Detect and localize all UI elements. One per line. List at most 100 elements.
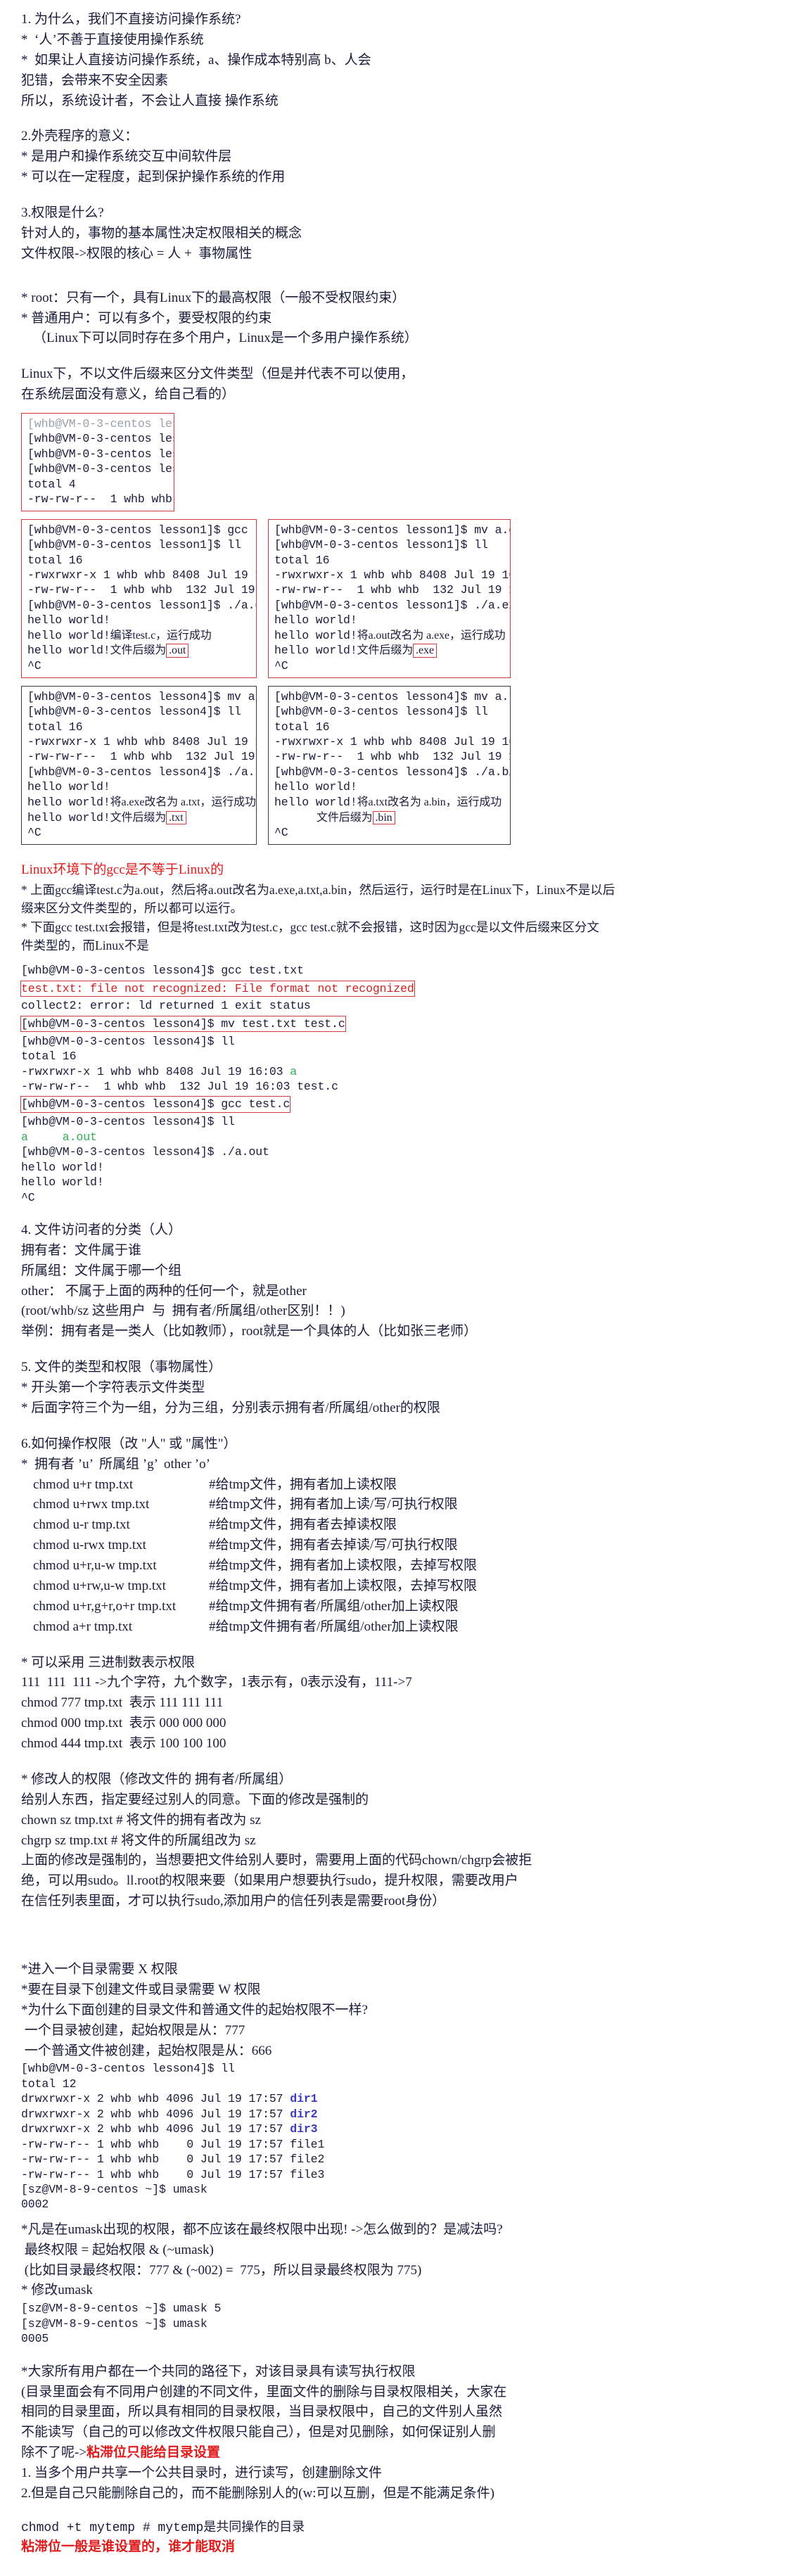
terminal-line-with-annotation: hello world!将a.txt改名为 a.bin，运行成功 bbox=[274, 795, 506, 810]
chmod-table: chmod u+r tmp.txt #给tmp文件，拥有者加上读权限 chmod … bbox=[21, 1475, 779, 1638]
chmod-row: chmod u+r,u-w tmp.txt #给tmp文件，拥有者加上读权限，去掉… bbox=[21, 1556, 779, 1576]
terminal-row-1: [whb@VM-0-3-centos lesson1]$ gcc test.c … bbox=[21, 518, 779, 678]
chmod-row: chmod u+rwx tmp.txt #给tmp文件，拥有者加上读/写/可执行权… bbox=[21, 1495, 779, 1515]
chmod-note: #给tmp文件，拥有者加上读权限，去掉写权限 bbox=[209, 1558, 478, 1574]
chmod-row: chmod a+r tmp.txt #给tmp文件拥有者/所属组/other加上读… bbox=[21, 1617, 779, 1638]
octal-line-2: chmod 000 tmp.txt 表示 000 000 000 bbox=[21, 1716, 226, 1731]
chown-line-2: chgrp sz tmp.txt # 将文件的所属组改为 sz bbox=[21, 1832, 256, 1848]
terminal-line: hello world! bbox=[21, 1160, 104, 1174]
terminal-line: [whb@VM-0-3-centos lesson1]$ vim test.c bbox=[27, 447, 174, 461]
terminal-line-with-annotation: 文件后缀为 .bin bbox=[274, 810, 506, 826]
dirname-dir2: dir2 bbox=[290, 2107, 318, 2121]
section4-line-3: (root/whb/sz 这些用户 与 拥有者/所属组/other区别！！) bbox=[21, 1303, 345, 1319]
section4-heading: 4. 文件访问者的分类（人） bbox=[21, 1222, 182, 1237]
output-text: hello world! bbox=[274, 628, 357, 642]
section1-line-0: * ‘人’不善于直接使用操作系统 bbox=[21, 32, 204, 47]
output-text: hello world! bbox=[27, 810, 110, 824]
output-text: hello world! bbox=[274, 795, 357, 809]
dirperm-line-0: *进入一个目录需要 X 权限 bbox=[21, 1962, 178, 1977]
annotation-compile: 编译test.c，运行成功 bbox=[110, 629, 212, 642]
shared-line-2: 相同的目录里面，所以具有相同的目录权限，当目录权限中，自己的文件别人虽然 bbox=[21, 2404, 503, 2420]
chmod-command: chmod u-r tmp.txt bbox=[33, 1517, 130, 1533]
terminal-line: drwxrwxr-x 2 whb whb 4096 Jul 19 17:57 d… bbox=[21, 2107, 318, 2122]
section1-line-3: 所以，系统设计者，不会让人直接 操作系统 bbox=[21, 93, 279, 108]
users-line-1: * 普通用户：可以有多个，要受权限的约束 bbox=[21, 310, 272, 326]
terminal-line: [whb@VM-0-3-centos lesson4]$ ./a.out bbox=[21, 1145, 269, 1159]
terminal-line: [whb@VM-0-3-centos lesson1]$ touch test.… bbox=[27, 432, 174, 446]
terminal-line: ^C bbox=[274, 659, 288, 673]
shared-text-prefix: 除不了呢-> bbox=[21, 2445, 87, 2461]
terminal-line: -rw-rw-r-- 1 whb whb 0 Jul 19 17:57 file… bbox=[21, 2137, 325, 2151]
chmod-command: chmod u+rwx tmp.txt bbox=[33, 1497, 150, 1512]
terminal-col-right: [whb@VM-0-3-centos lesson4]$ mv a.txt a.… bbox=[268, 685, 511, 845]
gcc-note-line-2: * 下面gcc test.txt会报错，但是将test.txt改为test.c，… bbox=[21, 919, 599, 934]
terminal-line: [whb@VM-0-3-centos lesson4]$ ll bbox=[21, 1034, 235, 1048]
terminal-line: [sz@VM-8-9-centos ~]$ umask 5 bbox=[21, 2302, 222, 2316]
shared-line-6: 2.但是自己只能删除自己的，而不能删除别人的(w:可以互删，但是不能满足条件) bbox=[21, 2485, 494, 2501]
terminal-line: -rwxrwxr-x 1 whb whb 8408 Jul 19 16:03 a… bbox=[27, 568, 256, 582]
terminal-error-line-1: test.txt: file not recognized: File form… bbox=[20, 980, 415, 997]
terminal-line: -rwxrwxr-x 1 whb whb 8408 Jul 19 16:03 a bbox=[21, 1064, 317, 1079]
section2-heading: 2.外壳程序的意义： bbox=[21, 129, 139, 144]
terminal-block-5: [whb@VM-0-3-centos lesson4]$ mv a.txt a.… bbox=[268, 685, 511, 845]
chmod-note: #给tmp文件，拥有者去掉读/写/可执行权限 bbox=[209, 1538, 458, 1553]
chmod-command: chmod u+r tmp.txt bbox=[33, 1477, 134, 1492]
terminal-line: 0005 bbox=[21, 2332, 49, 2346]
terminal-block-6-wrap: [whb@VM-0-3-centos lesson4]$ gcc test.tx… bbox=[20, 963, 415, 1205]
chmod-note: #给tmp文件拥有者/所属组/other加上读权限 bbox=[209, 1598, 459, 1614]
users-line-2: （Linux下可以同时存在多个用户，Linux是一个多用户操作系统） bbox=[33, 331, 418, 346]
terminal-line: drwxrwxr-x 2 whb whb 4096 Jul 19 17:57 d… bbox=[21, 2122, 318, 2136]
terminal-line: ^C bbox=[27, 826, 41, 840]
terminal-line: -rwxrwxr-x 1 whb whb 8408 Jul 19 16:03 a… bbox=[27, 734, 256, 749]
terminal-line: collect2: error: ld returned 1 exit stat… bbox=[21, 999, 311, 1013]
terminal-line: total 16 bbox=[21, 1050, 77, 1064]
chmod-command: chmod a+r tmp.txt bbox=[33, 1619, 133, 1634]
chmod-note: #给tmp文件拥有者/所属组/other加上读权限 bbox=[209, 1619, 459, 1634]
ls-perm-text: -rwxrwxr-x 1 whb whb 8408 Jul 19 16:03 bbox=[274, 568, 510, 582]
chmod-note: #给tmp文件，拥有者加上读/写/可执行权限 bbox=[209, 1497, 458, 1512]
section2-line-0: * 是用户和操作系统交互中间软件层 bbox=[21, 149, 232, 165]
terminal-line: total 16 bbox=[274, 720, 330, 734]
terminal-line: -rw-rw-r-- 1 whb whb 132 Jul 19 16:03 te… bbox=[274, 750, 510, 764]
gcc-note-title: Linux环境下的gcc是不等于Linux的 bbox=[21, 862, 224, 877]
output-text: hello world! bbox=[27, 795, 110, 809]
dirperm-line-4: 一个普通文件被创建，起始权限是从：666 bbox=[21, 2043, 272, 2058]
output-text: hello world! bbox=[274, 644, 357, 658]
section4-line-2: other： 不属于上面的两种的任何一个，就是other bbox=[21, 1283, 307, 1299]
umask-line-3: * 修改umask bbox=[21, 2283, 93, 2298]
annotation-rename: 将a.txt改名为 a.bin，运行成功 bbox=[357, 796, 502, 808]
section3-line-0: 针对人的，事物的基本属性决定权限相关的概念 bbox=[21, 225, 302, 241]
suffix-chip-out: .out bbox=[166, 644, 189, 658]
terminal-line: [sz@VM-8-9-centos ~]$ umask bbox=[21, 2316, 207, 2330]
gcc-note-line-1: 缀来区分文件类型的，所以都可以运行。 bbox=[21, 901, 243, 916]
sticky-bit-warning: 粘滞位一般是谁设置的，谁才能取消 bbox=[21, 2539, 236, 2555]
shared-line-5: 1. 当多个用户共享一个公共目录时，进行读写，创建删除文件 bbox=[21, 2466, 383, 2480]
section5-heading: 5. 文件的类型和权限（事物属性） bbox=[21, 1360, 222, 1375]
terminal-line-with-annotation: hello world!文件后缀为 .exe bbox=[274, 643, 506, 658]
gcc-note-line-3: 件类型的，而Linux不是 bbox=[21, 938, 149, 953]
chmod-command: chmod u+r,u-w tmp.txt bbox=[33, 1558, 157, 1574]
terminal-block-3: [whb@VM-0-3-centos lesson1]$ mv a.out a.… bbox=[268, 518, 511, 678]
ls-perm-text: drwxrwxr-x 2 whb whb 4096 Jul 19 17:57 bbox=[21, 2092, 290, 2106]
annotation-suffix: 文件后缀为 bbox=[110, 644, 167, 657]
section1-heading: 1. 为什么，我们不直接访问操作系统? bbox=[21, 12, 241, 27]
terminal-line: ^C bbox=[21, 1190, 35, 1204]
terminal-line: [whb@VM-0-3-centos lesson4]$ ll bbox=[274, 705, 488, 719]
chown-line-1: chown sz tmp.txt # 将文件的拥有者改为 sz bbox=[21, 1812, 261, 1828]
suffix-chip-exe: .exe bbox=[413, 644, 437, 658]
section6-subline: * 拥有者 ’u’ 所属组 ’g’ other ’o’ bbox=[21, 1456, 210, 1472]
section4-line-1: 所属组：文件属于哪一个组 bbox=[21, 1263, 182, 1278]
chown-line-3: 上面的修改是强制的，当想要把文件给别人要时，需要用上面的代码chown/chgr… bbox=[21, 1853, 532, 1868]
terminal-col-right: [whb@VM-0-3-centos lesson1]$ mv a.out a.… bbox=[268, 518, 511, 678]
chown-line-0: 给别人东西，指定要经过别人的同意。下面的修改是强制的 bbox=[21, 1792, 369, 1807]
terminal-line: hello world! bbox=[27, 780, 110, 794]
output-text: hello world! bbox=[27, 644, 110, 658]
terminal-line: hello world! bbox=[274, 780, 357, 794]
